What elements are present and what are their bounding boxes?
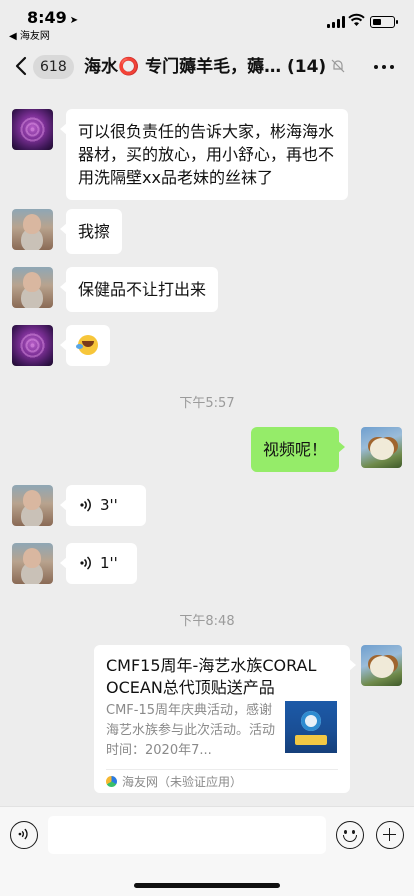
message-text: 我擦 (78, 222, 111, 241)
link-card-title: CMF15周年-海艺水族CORAL OCEAN总代顶贴送产品 (106, 656, 317, 697)
chat-title: 海水⭕️ 专门薅羊毛，薅… (14) (84, 57, 327, 77)
message-bubble[interactable]: 可以很负责任的告诉大家，彬海海水器材，买的放心，用小舒心，再也不用洗隔壁xx品老… (60, 109, 348, 200)
input-bar (0, 806, 414, 896)
link-card-source: 海友网（未验证应用） (122, 775, 243, 789)
voice-duration: 3'' (100, 496, 118, 514)
more-options-icon[interactable] (374, 65, 394, 69)
back-to-app-link[interactable]: ◀ 海友网 (9, 27, 50, 42)
voice-wave-icon (80, 556, 91, 570)
message-input[interactable] (48, 816, 326, 854)
link-card-thumbnail (285, 701, 337, 753)
purple-avatar[interactable] (12, 325, 53, 366)
dog-avatar[interactable] (361, 645, 402, 686)
chat-header: 618 海水⭕️ 专门薅羊毛，薅… (14) (0, 44, 414, 90)
person-avatar[interactable] (12, 543, 53, 584)
timestamp: 下午8:48 (179, 614, 235, 629)
emoji-message-bubble[interactable] (60, 325, 110, 366)
back-chevron-icon[interactable] (12, 55, 32, 77)
laughing-crying-emoji-icon (76, 335, 98, 355)
more-functions-button[interactable] (376, 821, 404, 849)
sent-message-bubble[interactable]: 视频呢！ (251, 427, 346, 472)
timestamp: 下午5:57 (179, 396, 235, 411)
message-text: 可以很负责任的告诉大家，彬海海水器材，买的放心，用小舒心，再也不用洗隔壁xx品老… (78, 122, 335, 187)
purple-avatar[interactable] (12, 109, 53, 150)
mini-app-icon (106, 776, 117, 787)
person-avatar[interactable] (12, 209, 53, 250)
voice-duration: 1'' (100, 554, 118, 572)
person-avatar[interactable] (12, 267, 53, 308)
cellular-signal-icon (327, 16, 345, 28)
link-card[interactable]: CMF15周年-海艺水族CORAL OCEAN总代顶贴送产品 CMF-15周年庆… (94, 645, 356, 793)
message-text: 保健品不让打出来 (78, 280, 207, 299)
battery-icon (370, 16, 398, 28)
message-bubble[interactable]: 我擦 (59, 209, 123, 254)
message-bubble[interactable]: 保健品不让打出来 (59, 267, 219, 312)
link-card-description: CMF-15周年庆典活动，感谢海艺水族参与此次活动。活动时间：2020年7... (106, 703, 276, 758)
message-text: 视频呢！ (263, 440, 328, 459)
voice-message-bubble[interactable]: 1'' (60, 543, 137, 584)
status-bar: 8:49 ➤ ◀ 海友网 (0, 0, 414, 44)
emoji-button[interactable] (336, 821, 364, 849)
voice-input-button[interactable] (10, 821, 38, 849)
unread-count-badge[interactable]: 618 (33, 55, 74, 79)
location-arrow-icon: ➤ (69, 15, 79, 26)
status-time: 8:49 ➤ (27, 8, 79, 27)
mute-bell-icon (331, 59, 345, 73)
divider (106, 769, 338, 770)
home-indicator[interactable] (134, 883, 280, 888)
wifi-icon (348, 13, 365, 26)
voice-wave-icon (80, 498, 91, 512)
voice-wave-icon (18, 828, 28, 840)
voice-message-bubble[interactable]: 3'' (60, 485, 146, 526)
dog-avatar[interactable] (361, 427, 402, 468)
person-avatar[interactable] (12, 485, 53, 526)
